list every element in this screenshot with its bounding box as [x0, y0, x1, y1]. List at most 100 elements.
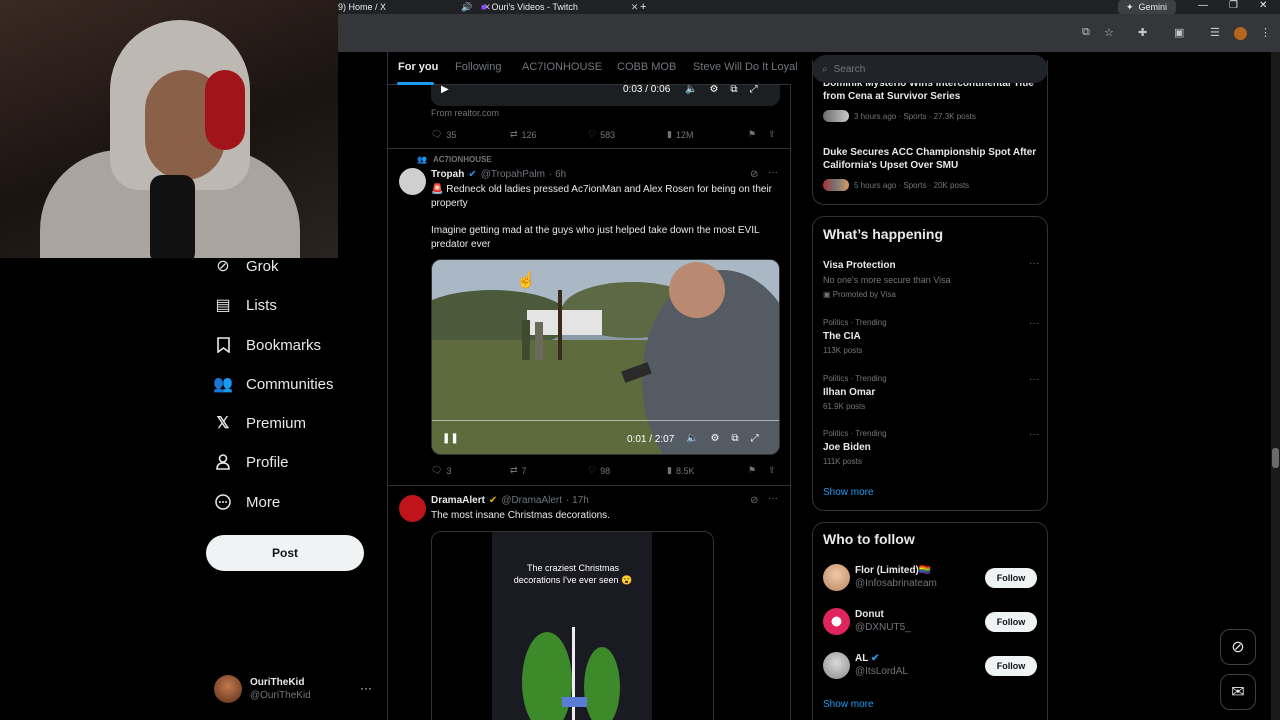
account-switcher[interactable]: OuriTheKid @OuriTheKid ···: [214, 674, 374, 704]
post-video[interactable]: ❚❚ 0:01 / 2:07 🔈 ⚙ ⧉ ⤢: [431, 259, 780, 455]
pause-icon[interactable]: ❚❚: [442, 433, 459, 444]
tab-following[interactable]: Following: [455, 61, 501, 73]
pip-icon[interactable]: ⧉: [731, 433, 738, 444]
post-more-icon[interactable]: ···: [768, 167, 778, 178]
promoted-text: Promoted by Visa: [832, 290, 896, 299]
media-icon[interactable]: ☰: [1210, 26, 1220, 39]
community-label[interactable]: 👥 AC7IONHOUSE: [417, 155, 492, 164]
volume-icon[interactable]: 🔈: [685, 84, 697, 95]
fullscreen-icon[interactable]: ⤢: [750, 84, 758, 95]
post-more-icon[interactable]: ···: [768, 493, 778, 504]
messages-float-button[interactable]: ✉: [1220, 674, 1256, 710]
more-icon[interactable]: ···: [1029, 258, 1039, 269]
post-time[interactable]: · 17h: [566, 495, 589, 506]
kebab-menu-icon[interactable]: ⋮: [1260, 26, 1271, 39]
minimize-icon[interactable]: —: [1198, 0, 1208, 11]
close-window-icon[interactable]: ✕: [1259, 0, 1267, 11]
more-icon[interactable]: ···: [1029, 374, 1039, 385]
tab-cobb-mob[interactable]: COBB MOB: [617, 61, 676, 73]
extensions-icon[interactable]: ✚: [1138, 26, 1147, 39]
ad-icon: ▣: [823, 290, 833, 299]
account-more-icon[interactable]: ···: [360, 681, 372, 695]
post-button[interactable]: Post: [206, 535, 364, 571]
new-tab-icon[interactable]: +: [640, 0, 646, 14]
follow-suggestion[interactable]: Flor (Limited)🏳️‍🌈 @Infosabrinateam Foll…: [813, 563, 1049, 593]
more-icon[interactable]: ···: [1029, 429, 1039, 440]
avatar[interactable]: [399, 495, 426, 522]
grok-icon[interactable]: ⊘: [750, 495, 758, 506]
more-icon[interactable]: ···: [1029, 318, 1039, 329]
video-progress[interactable]: [432, 420, 779, 421]
author-name[interactable]: DramaAlert: [431, 495, 485, 506]
restore-icon[interactable]: ❐: [1229, 0, 1238, 11]
post-video[interactable]: The craziest Christmas decorations I've …: [431, 531, 714, 720]
follow-button[interactable]: Follow: [985, 612, 1037, 632]
follow-button[interactable]: Follow: [985, 568, 1037, 588]
views-button[interactable]: ▮ 12M: [667, 129, 693, 140]
heart-icon: ♡: [588, 465, 597, 475]
bookmark-icon[interactable]: ⚑: [748, 465, 756, 476]
author-name[interactable]: Tropah: [431, 169, 464, 180]
close-tab-icon[interactable]: ✕: [631, 2, 639, 13]
fullscreen-icon[interactable]: ⤢: [751, 433, 759, 444]
play-icon[interactable]: ▶: [441, 84, 449, 95]
share-icon[interactable]: ⇪: [768, 129, 776, 140]
nav-bookmarks[interactable]: Bookmarks: [214, 333, 321, 357]
nav-grok[interactable]: ⊘ Grok: [214, 254, 278, 278]
volume-icon[interactable]: 🔈: [686, 433, 698, 444]
settings-icon[interactable]: ⚙: [710, 433, 719, 444]
tab-for-you[interactable]: For you: [398, 61, 438, 73]
author-handle[interactable]: @TropahPalm: [481, 169, 545, 180]
repost-button[interactable]: ⇄ 7: [510, 465, 527, 476]
bookmark-icon[interactable]: ⚑: [748, 129, 756, 140]
scrollbar[interactable]: [1271, 52, 1280, 720]
nav-communities[interactable]: 👥 Communities: [213, 372, 333, 396]
settings-icon[interactable]: ⚙: [709, 84, 718, 95]
repost-button[interactable]: ⇄ 126: [510, 129, 537, 140]
nav-lists[interactable]: ▤ Lists: [214, 293, 276, 317]
trend-item[interactable]: Politics · Trending Joe Biden 111K posts…: [813, 426, 1049, 472]
reply-button[interactable]: 🗨 3: [431, 465, 451, 476]
follow-suggestion[interactable]: AL ✔ @ItsLordAL Follow: [813, 651, 1049, 681]
views-button[interactable]: ▮ 8.5K: [667, 465, 694, 476]
show-more-link[interactable]: Show more: [823, 699, 874, 710]
browser-tab-home[interactable]: 9) Home / X 🔊 ✕: [338, 0, 491, 14]
grok-icon[interactable]: ⊘: [750, 169, 758, 180]
trend-item[interactable]: Politics · Trending Ilhan Omar 61.9K pos…: [813, 371, 1049, 417]
search-input[interactable]: ⌕ Search: [812, 55, 1048, 83]
post-time[interactable]: · 6h: [549, 169, 566, 180]
link-source[interactable]: From realtor.com: [431, 108, 499, 118]
install-icon[interactable]: ⧉: [1082, 26, 1090, 39]
pip-icon[interactable]: ⧉: [730, 84, 737, 95]
news-title[interactable]: Duke Secures ACC Championship Spot After…: [823, 146, 1039, 172]
nav-premium[interactable]: 𝕏 Premium: [214, 411, 306, 435]
star-icon[interactable]: ☆: [1104, 26, 1114, 39]
nav-more[interactable]: More: [214, 490, 280, 514]
follow-button[interactable]: Follow: [985, 656, 1037, 676]
browser-tab-twitch[interactable]: ■ Ouri's Videos - Twitch ✕: [481, 0, 638, 14]
author-handle[interactable]: @DramaAlert: [501, 495, 562, 506]
trend-item[interactable]: Politics · Trending The CIA 113K posts ·…: [813, 315, 1049, 361]
like-button[interactable]: ♡ 98: [588, 465, 610, 476]
community-icon: 👥: [417, 155, 427, 164]
grok-float-button[interactable]: ⊘: [1220, 629, 1256, 665]
views-count: 12M: [675, 129, 694, 140]
lists-icon: ▤: [215, 297, 231, 314]
nav-profile[interactable]: Profile: [214, 450, 289, 474]
follow-suggestion[interactable]: Donut @DXNUT5_ Follow: [813, 607, 1049, 637]
like-button[interactable]: ♡ 583: [588, 129, 615, 140]
gemini-button[interactable]: ✦ Gemini: [1118, 0, 1176, 14]
sidepanel-icon[interactable]: ▣: [1174, 26, 1184, 39]
tab-ac7ionhouse[interactable]: AC7IONHOUSE: [522, 61, 602, 73]
news-meta-text: 5 hours ago · Sports · 20K posts: [854, 180, 970, 190]
post-text: Imagine getting mad at the guys who just…: [431, 225, 760, 250]
share-icon[interactable]: ⇪: [768, 465, 776, 476]
reply-button[interactable]: 🗨 35: [431, 129, 456, 140]
tab-steve-will-do-it[interactable]: Steve Will Do It Loyal: [693, 61, 798, 73]
profile-avatar-icon[interactable]: [1234, 27, 1247, 40]
promoted-trend[interactable]: Visa Protection No one's more secure tha…: [813, 255, 1049, 305]
avatar[interactable]: [399, 168, 426, 195]
show-more-link[interactable]: Show more: [823, 487, 874, 498]
scrollbar-thumb[interactable]: [1272, 448, 1279, 468]
trend-name: Joe Biden: [823, 442, 871, 453]
